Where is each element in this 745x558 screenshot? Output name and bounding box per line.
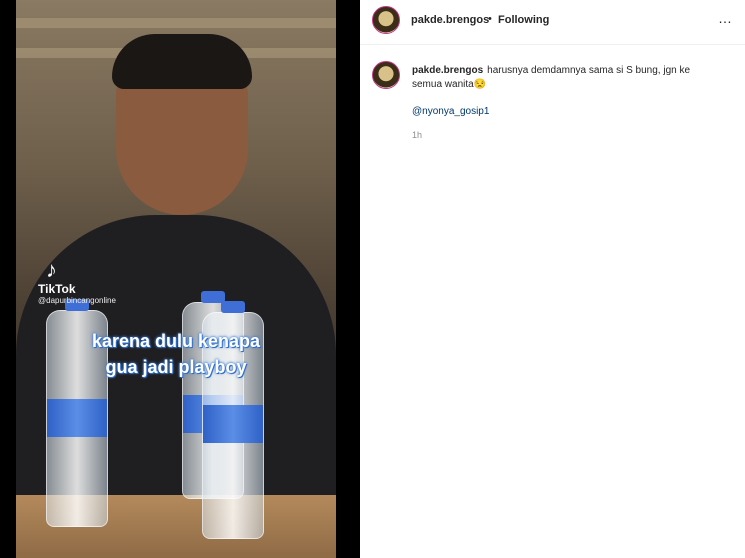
video-caption: karena dulu kenapa gua jadi playboy bbox=[56, 328, 296, 380]
tiktok-handle: @dapurbincangonline bbox=[38, 296, 116, 305]
bottle-label bbox=[203, 405, 263, 443]
following-button[interactable]: Following bbox=[498, 14, 549, 26]
media-panel: ♪ TikTok @dapurbincangonline karena dulu… bbox=[0, 0, 360, 558]
tiktok-logo-text: TikTok bbox=[38, 282, 76, 296]
caption-line: gua jadi playboy bbox=[105, 357, 247, 377]
comment-avatar[interactable] bbox=[372, 61, 400, 89]
tiktok-icon: ♪ bbox=[46, 257, 57, 282]
comment-text-block: pakde.brengos harusnya demdamnya sama si … bbox=[412, 64, 712, 92]
caption-line: karena dulu kenapa bbox=[91, 331, 261, 351]
post-panel: pakde.brengos • Following … pakde.brengo… bbox=[360, 0, 745, 558]
post-username[interactable]: pakde.brengos bbox=[411, 14, 489, 26]
person-hair bbox=[112, 34, 252, 89]
tiktok-watermark: ♪ TikTok bbox=[38, 257, 76, 297]
separator-dot: • bbox=[488, 13, 492, 25]
bottle-label bbox=[47, 399, 107, 437]
comment-username[interactable]: pakde.brengos bbox=[412, 65, 483, 76]
bottle-cap bbox=[221, 301, 245, 313]
avatar[interactable] bbox=[372, 6, 400, 34]
background-shelf bbox=[16, 18, 336, 28]
comment-timestamp[interactable]: 1h bbox=[412, 130, 422, 140]
more-options-icon[interactable]: … bbox=[718, 10, 733, 26]
post-header: pakde.brengos • Following … bbox=[360, 0, 745, 45]
mention-link[interactable]: @nyonya_gosip1 bbox=[412, 106, 489, 117]
video-frame[interactable]: ♪ TikTok @dapurbincangonline karena dulu… bbox=[16, 0, 336, 558]
